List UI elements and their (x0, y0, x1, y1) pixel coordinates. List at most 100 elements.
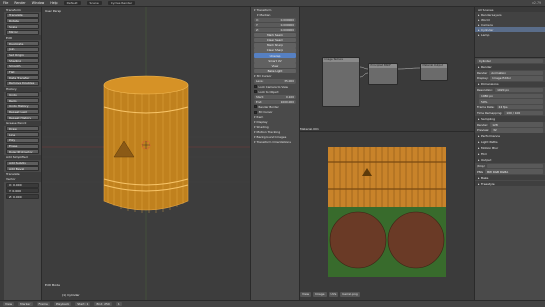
toolshelf-section-header[interactable]: Add Simplified (4, 154, 41, 160)
properties-row-value[interactable]: 1080 px (479, 93, 543, 99)
toolshelf-button[interactable]: Shading (6, 58, 39, 64)
toolshelf-button[interactable]: Add Bevel (6, 166, 39, 172)
toolshelf-button[interactable]: Rotate (6, 18, 39, 24)
menu-render[interactable]: Render (14, 1, 25, 5)
image-image-menu[interactable]: Image (313, 292, 327, 297)
expand-icon[interactable]: ▸ (478, 13, 480, 17)
toolshelf-button[interactable]: Undo (6, 92, 39, 98)
object-name-field[interactable]: Cylinder (477, 58, 543, 64)
toolshelf-button[interactable]: Line (6, 132, 39, 138)
properties-row-value[interactable]: 1920 px (495, 87, 543, 93)
median-y[interactable]: Y: 0.000000 (254, 22, 296, 28)
properties-row-value[interactable]: Image Editor (490, 76, 543, 81)
scene-selector[interactable]: Scene (86, 0, 102, 6)
timeline-view-menu[interactable]: View (3, 301, 15, 307)
3d-cursor-check[interactable]: 3D Cursor (254, 110, 296, 115)
timeline-playback-menu[interactable]: Playback (53, 301, 72, 307)
mark-seam-button[interactable]: Mark Seam (254, 32, 296, 38)
properties-panel-header[interactable]: Performance (475, 133, 545, 139)
start-frame-field[interactable]: Start: 1 (75, 301, 91, 307)
toolshelf-button[interactable]: Set Origin (6, 52, 39, 58)
toolshelf-button[interactable]: Flat (6, 69, 39, 75)
properties-row-value[interactable]: 24 fps (496, 104, 543, 110)
menu-file[interactable]: File (3, 1, 8, 5)
toolshelf-section-header[interactable]: History (4, 86, 41, 92)
layout-selector[interactable]: Default (63, 0, 81, 6)
redo-panel-value[interactable]: Y: 0.000 (6, 188, 39, 194)
section-3d-cursor[interactable]: 3D Cursor (251, 74, 299, 79)
outliner-item[interactable]: ▸ Lamp (475, 32, 545, 37)
properties-panel-header[interactable]: Dimensions (475, 81, 545, 88)
properties-panel-header[interactable]: Output (475, 157, 545, 163)
toolshelf-section-header[interactable]: Edit (4, 35, 41, 41)
outliner-scope[interactable]: All Scenes (478, 8, 493, 12)
toolshelf-button[interactable]: Add Subdiv (6, 160, 39, 166)
end-frame-field[interactable]: End: 250 (94, 301, 112, 307)
smart-uv-button[interactable]: Smart UV (254, 58, 296, 63)
expand-icon[interactable]: ▸ (478, 23, 480, 27)
properties-panel-header[interactable]: Motion Blur (475, 145, 545, 151)
properties-row-value[interactable]: Animation (489, 70, 543, 76)
expand-icon[interactable]: ▸ (478, 33, 480, 37)
uv-image-editor[interactable]: View Image UVs barrel.png (300, 131, 474, 300)
toolshelf-button[interactable]: Remove Doubles (6, 80, 39, 86)
median-x[interactable]: X: 0.000000 (254, 17, 296, 23)
properties-panel-header[interactable]: Film (475, 151, 545, 157)
clear-sharp-button[interactable]: Clear Sharp (254, 48, 296, 53)
properties-panel-header[interactable]: Bake (475, 174, 545, 181)
lock-camera-check[interactable]: Lock Camera to View (254, 84, 296, 89)
node-principled-bsdf[interactable]: Principled BSDF (368, 63, 398, 85)
uv-canvas[interactable] (300, 132, 474, 300)
toolshelf-button[interactable]: Undo History (6, 103, 39, 109)
viewport-canvas[interactable] (42, 7, 250, 300)
toolshelf-button[interactable]: Poly (6, 137, 39, 143)
current-frame-field[interactable]: 1 (115, 301, 122, 307)
lens-field[interactable]: Lens: 35.000 (254, 79, 296, 84)
3d-viewport[interactable]: User Persp Edit Mode (1) Cylinder (42, 7, 250, 300)
toolshelf-button[interactable]: Data Transfer (6, 75, 39, 81)
toolshelf-button[interactable]: Erase (6, 143, 39, 149)
image-uvs-menu[interactable]: UVs (328, 292, 339, 297)
clear-seam-button[interactable]: Clear Seam (254, 37, 296, 43)
menu-help[interactable]: Help (50, 1, 57, 5)
toolshelf-button[interactable]: Scale (6, 24, 39, 30)
menu-window[interactable]: Window (32, 1, 45, 5)
mark-sharp-button[interactable]: Mark Sharp (254, 43, 296, 48)
toolshelf-button[interactable]: Smooth (6, 63, 39, 69)
properties-row-value[interactable]: 100 / 100 (504, 110, 543, 116)
redo-panel-value[interactable]: X: 0.000 (6, 182, 39, 188)
toolshelf-button[interactable]: Repeat History (6, 115, 39, 121)
image-view-menu[interactable]: View (300, 292, 312, 297)
redo-panel-value[interactable]: Z: 0.000 (6, 194, 39, 199)
toolshelf-button[interactable]: Translate (6, 12, 39, 18)
node-editor[interactable]: Image Texture Principled BSDF Material O… (300, 7, 474, 131)
toolshelf-button[interactable]: Ruler/Protractor (6, 149, 39, 155)
unwrap-button[interactable]: Unwrap (254, 53, 296, 58)
toolshelf-button[interactable]: Draw (6, 126, 39, 132)
toolshelf-section-header[interactable]: Transform (4, 7, 41, 12)
toolshelf-button[interactable]: Repeat Last (6, 109, 39, 115)
lock-object-check[interactable]: Lock to Object (254, 89, 296, 94)
node-material-output[interactable]: Material Output (420, 63, 448, 81)
properties-row-value[interactable]: 128 (490, 122, 543, 127)
properties-row-value[interactable]: BW RGB RGBA (485, 169, 543, 174)
bake-light-button[interactable]: Bake Light (254, 68, 296, 74)
expand-icon[interactable]: ▸ (478, 28, 480, 32)
toolshelf-button[interactable]: Join (6, 46, 39, 52)
properties-panel-header[interactable]: Sampling (475, 116, 545, 122)
timeline-marker-menu[interactable]: Marker (18, 301, 33, 307)
toolshelf-button[interactable]: Duplicate (6, 41, 39, 47)
expand-icon[interactable]: ▸ (478, 18, 480, 22)
section-transform-orientations[interactable]: Transform Orientations (251, 140, 299, 145)
properties-panel-header[interactable]: Freestyle (475, 180, 545, 187)
view-button[interactable]: View (254, 63, 296, 68)
timeline-frame-menu[interactable]: Frame (36, 301, 50, 307)
tool-shelf-tabs[interactable] (0, 7, 4, 300)
properties-row-value[interactable]: 50% (479, 99, 543, 104)
render-border-check[interactable]: Render Border (254, 105, 296, 110)
median-z[interactable]: Z: 0.000000 (254, 27, 296, 33)
properties-row-value[interactable] (486, 163, 543, 169)
properties-panel-header[interactable]: Render (475, 64, 545, 70)
toolshelf-button[interactable]: Mirror (6, 29, 39, 35)
properties-panel-header[interactable]: Light Paths (475, 139, 545, 145)
